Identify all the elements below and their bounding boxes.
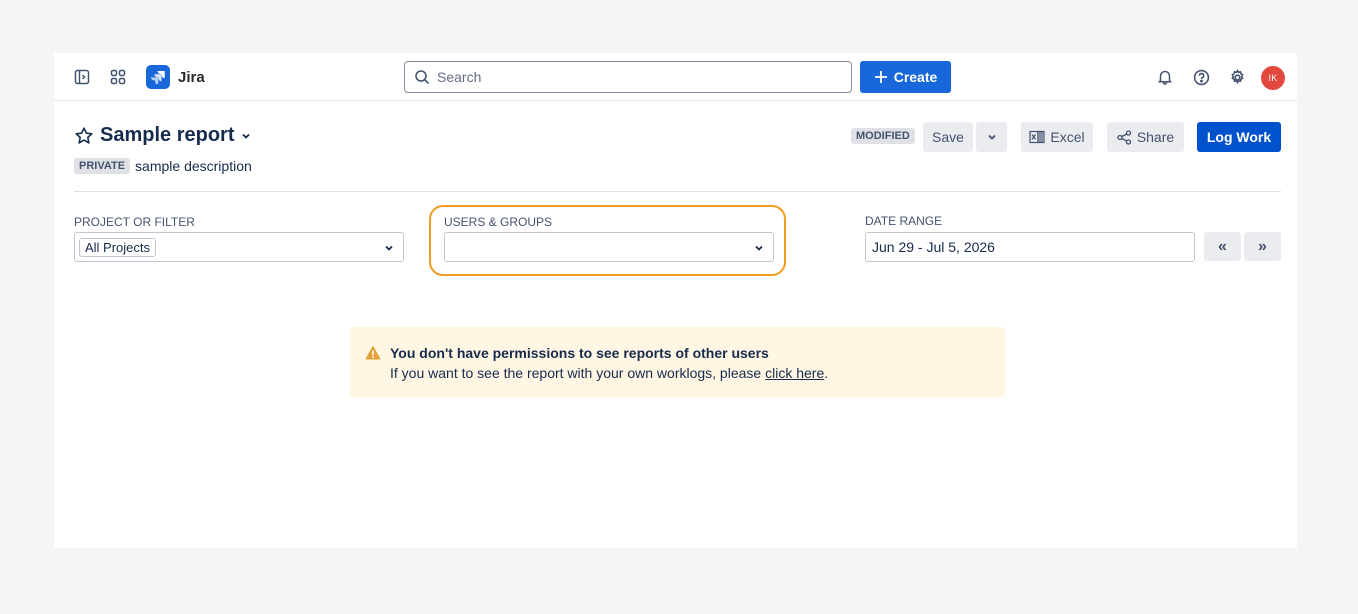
star-icon[interactable] [74,126,94,146]
plus-icon [874,71,887,83]
page-title: Sample report [100,124,235,146]
next-period-button[interactable]: » [1244,232,1281,261]
excel-icon [1029,130,1045,144]
save-button[interactable]: Save [923,122,973,152]
share-button[interactable]: Share [1107,122,1184,152]
date-range-label: DATE RANGE [865,214,943,228]
project-chip[interactable]: All Projects [79,237,157,257]
share-icon [1117,129,1131,145]
warning-text: If you want to see the report with your … [390,365,766,381]
users-groups-select[interactable] [444,232,774,262]
app-window: Jira Search Create IK Sample report PRIV… [54,53,1297,548]
save-options-button[interactable] [976,122,1007,152]
header-divider [74,191,1281,192]
top-navigation: Jira Search Create IK [54,53,1297,101]
previous-period-button[interactable]: « [1204,232,1241,261]
warning-end: . [824,365,829,381]
search-icon [415,70,430,85]
user-avatar[interactable]: IK [1261,66,1285,90]
export-excel-button[interactable]: Excel [1021,122,1093,152]
report-meta: PRIVATE sample description [74,158,252,174]
users-groups-label: USERS & GROUPS [444,215,553,229]
create-label: Create [893,69,938,85]
warning-body: If you want to see the report with your … [390,365,828,381]
jira-logo-icon [146,65,170,89]
project-filter-label: PROJECT OR FILTER [74,215,195,229]
warning-title: You don't have permissions to see report… [390,345,769,361]
save-label: Save [932,129,964,145]
app-name: Jira [178,68,205,86]
date-range-input[interactable]: Jun 29 - Jul 5, 2026 [865,232,1195,262]
sidebar-toggle-icon[interactable] [70,65,94,89]
help-icon[interactable] [1189,65,1213,89]
log-work-button[interactable]: Log Work [1197,122,1281,152]
notifications-icon[interactable] [1153,65,1177,89]
status-badge: MODIFIED [851,128,915,144]
settings-gear-icon[interactable] [1225,65,1249,89]
permission-warning: You don't have permissions to see report… [350,327,1005,397]
chevron-down-icon [987,134,996,140]
chevron-down-icon [755,245,763,251]
chevron-down-icon [385,245,393,251]
search-placeholder: Search [437,69,482,85]
chevron-down-icon[interactable] [240,130,252,142]
report-description: sample description [135,158,252,174]
jira-logo[interactable]: Jira [146,65,205,89]
project-filter-select[interactable]: All Projects [74,232,404,262]
app-switcher-icon[interactable] [106,65,130,89]
share-label: Share [1136,129,1175,145]
create-button[interactable]: Create [860,61,951,93]
click-here-link[interactable]: click here [765,365,824,381]
report-title-row: Sample report [74,124,252,147]
excel-label: Excel [1050,129,1085,145]
search-input[interactable]: Search [404,61,852,93]
visibility-badge: PRIVATE [74,158,131,174]
warning-icon [365,346,381,360]
